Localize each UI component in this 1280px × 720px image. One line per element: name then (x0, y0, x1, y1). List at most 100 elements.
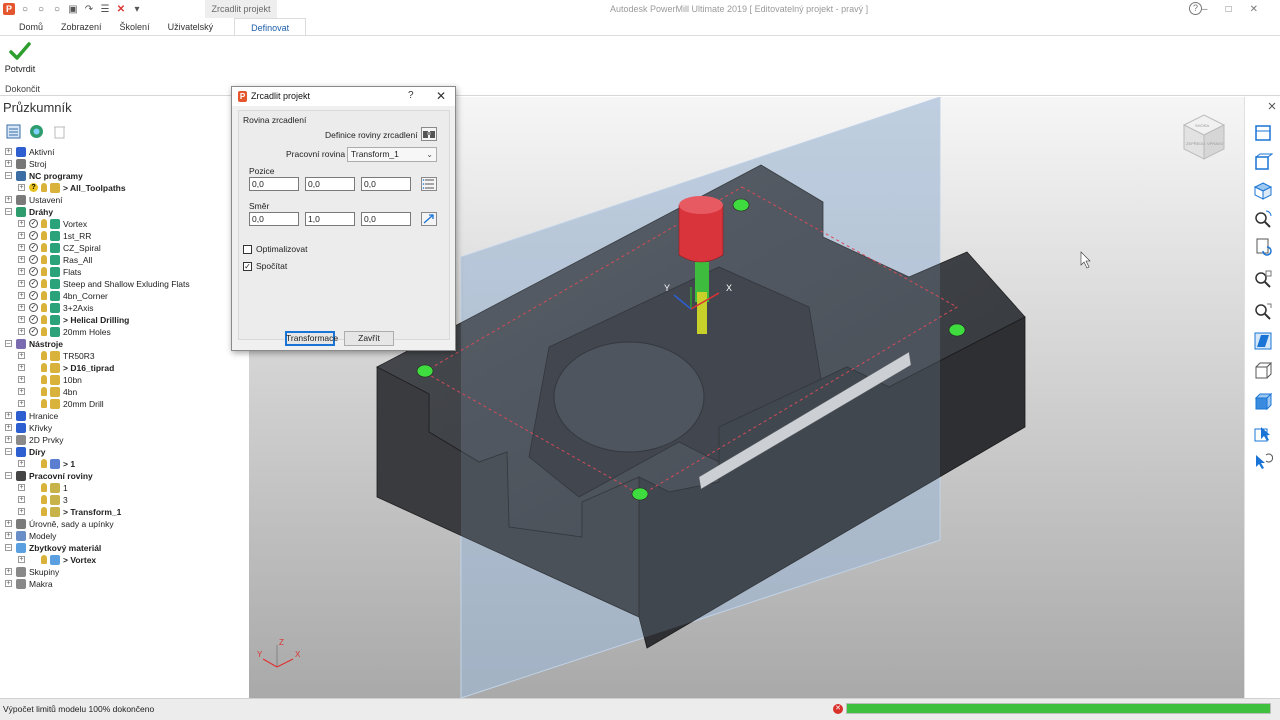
dialog-title-bar[interactable]: P Zrcadlit projekt ? ✕ (232, 87, 455, 106)
direction-z-field[interactable] (361, 212, 411, 226)
tab-define[interactable]: Definovat (234, 18, 307, 35)
tree-item[interactable]: + ✓ Ras_All (0, 254, 249, 266)
tree-item[interactable]: – Díry (0, 446, 249, 458)
tree-item[interactable]: + ✓ CZ_Spiral (0, 242, 249, 254)
visibility-bulb-icon[interactable] (41, 315, 47, 324)
tree-item[interactable]: + TR50R3 (0, 350, 249, 362)
expand-toggle-icon[interactable]: + (18, 268, 25, 275)
expand-toggle-icon[interactable]: + (18, 220, 25, 227)
visibility-bulb-icon[interactable] (41, 279, 47, 288)
tree-item[interactable]: +20mm Drill (0, 398, 249, 410)
visibility-bulb-icon[interactable] (41, 507, 47, 516)
calculated-status-icon[interactable]: ✓ (29, 279, 38, 288)
tree-item[interactable]: + ✓ 4bn_Corner (0, 290, 249, 302)
visibility-bulb-icon[interactable] (41, 375, 47, 384)
unverified-status-icon[interactable]: ? (29, 183, 38, 192)
expand-toggle-icon[interactable]: + (18, 244, 25, 251)
visibility-bulb-icon[interactable] (41, 459, 47, 468)
expand-toggle-icon[interactable]: + (18, 328, 25, 335)
tree-item[interactable]: + > 1 (0, 458, 249, 470)
refresh-view-icon[interactable] (1253, 237, 1273, 257)
expand-toggle-icon[interactable]: + (5, 424, 12, 431)
powermill-logo-icon[interactable]: P (3, 3, 15, 15)
direction-x-field[interactable] (249, 212, 299, 226)
expand-toggle-icon[interactable]: + (18, 364, 25, 371)
zoom-rotate-icon[interactable] (1253, 209, 1273, 229)
visibility-bulb-icon[interactable] (41, 291, 47, 300)
customize-qat-icon[interactable]: ▾ (131, 3, 143, 15)
workplane-select[interactable]: Transform_1 ⌄ (347, 147, 437, 162)
direction-pick-button[interactable] (421, 212, 437, 226)
visibility-bulb-icon[interactable] (41, 183, 47, 192)
position-y-field[interactable] (305, 177, 355, 191)
expand-toggle-icon[interactable]: – (5, 448, 12, 455)
expand-toggle-icon[interactable]: + (5, 412, 12, 419)
tree-item[interactable]: + > Transform_1 (0, 506, 249, 518)
stop-calculation-icon[interactable]: ✕ (833, 704, 843, 714)
expand-toggle-icon[interactable]: + (18, 316, 25, 323)
tree-item[interactable]: +3 (0, 494, 249, 506)
trash-icon[interactable] (52, 124, 67, 139)
expand-toggle-icon[interactable]: + (5, 532, 12, 539)
position-x-field[interactable] (249, 177, 299, 191)
view-front-icon[interactable] (1253, 152, 1273, 172)
tree-item[interactable]: +1 (0, 482, 249, 494)
expand-toggle-icon[interactable]: – (5, 340, 12, 347)
expand-toggle-icon[interactable]: + (5, 520, 12, 527)
tree-item[interactable]: + ✓ 1st_RR (0, 230, 249, 242)
wireframe-view-icon[interactable] (1253, 361, 1273, 381)
expand-toggle-icon[interactable]: + (18, 292, 25, 299)
visibility-bulb-icon[interactable] (41, 243, 47, 252)
visibility-bulb-icon[interactable] (41, 231, 47, 240)
tree-item[interactable]: + ✓ Steep and Shallow Exluding Flats (0, 278, 249, 290)
maximize-icon[interactable]: □ (1226, 4, 1232, 15)
tree-item[interactable]: + Ustavení (0, 194, 249, 206)
calculated-status-icon[interactable]: ✓ (29, 219, 38, 228)
visibility-bulb-icon[interactable] (41, 327, 47, 336)
calculated-status-icon[interactable]: ✓ (29, 327, 38, 336)
view-iso-icon[interactable] (1253, 181, 1273, 201)
close-toolbar-icon[interactable] (1267, 101, 1277, 111)
close-window-icon[interactable]: ✕ (1250, 4, 1258, 15)
view-top-icon[interactable] (1253, 123, 1273, 143)
tree-item[interactable]: + ✓ 20mm Holes (0, 326, 249, 338)
delete-icon[interactable]: ✕ (115, 3, 127, 15)
expand-toggle-icon[interactable]: + (18, 280, 25, 287)
expand-toggle-icon[interactable]: + (5, 580, 12, 587)
open-recent-icon[interactable]: ○ (51, 3, 63, 15)
visibility-bulb-icon[interactable] (41, 399, 47, 408)
tab-user[interactable]: Uživatelský (159, 18, 223, 35)
tree-item[interactable]: + Aktivní (0, 146, 249, 158)
tree-item[interactable]: + ✓ > Helical Drilling (0, 314, 249, 326)
expand-toggle-icon[interactable]: + (18, 496, 25, 503)
calculated-status-icon[interactable]: ✓ (29, 291, 38, 300)
expand-toggle-icon[interactable]: + (5, 436, 12, 443)
hole-marker[interactable] (948, 323, 966, 337)
visibility-bulb-icon[interactable] (41, 219, 47, 228)
plane-definition-button[interactable] (421, 127, 437, 141)
dialog-close-icon[interactable]: ✕ (436, 89, 446, 103)
tree-item[interactable]: + ✓ 3+2Axis (0, 302, 249, 314)
tree-item[interactable]: + > Vortex (0, 554, 249, 566)
tree-item[interactable]: + ✓ Vortex (0, 218, 249, 230)
tree-item[interactable]: +? > All_Toolpaths (0, 182, 249, 194)
help-icon[interactable]: ? (1189, 2, 1202, 15)
expand-toggle-icon[interactable]: – (5, 208, 12, 215)
select-undo-icon[interactable] (1253, 451, 1273, 471)
visibility-bulb-icon[interactable] (41, 387, 47, 396)
calculated-status-icon[interactable]: ✓ (29, 231, 38, 240)
visibility-bulb-icon[interactable] (41, 351, 47, 360)
calculate-checkbox[interactable]: ✓ (243, 262, 252, 271)
visibility-bulb-icon[interactable] (41, 267, 47, 276)
expand-toggle-icon[interactable]: + (5, 160, 12, 167)
expand-toggle-icon[interactable]: + (18, 184, 25, 191)
expand-toggle-icon[interactable]: + (18, 376, 25, 383)
tree-item[interactable]: + Hranice (0, 410, 249, 422)
expand-toggle-icon[interactable]: – (5, 172, 12, 179)
close-dialog-button[interactable]: Zavřít (344, 331, 394, 346)
tree-item[interactable]: + > D16_tiprad (0, 362, 249, 374)
undo-icon[interactable]: ↷ (83, 3, 95, 15)
visibility-bulb-icon[interactable] (41, 363, 47, 372)
calculated-status-icon[interactable]: ✓ (29, 303, 38, 312)
zoom-box-icon[interactable] (1253, 269, 1273, 289)
